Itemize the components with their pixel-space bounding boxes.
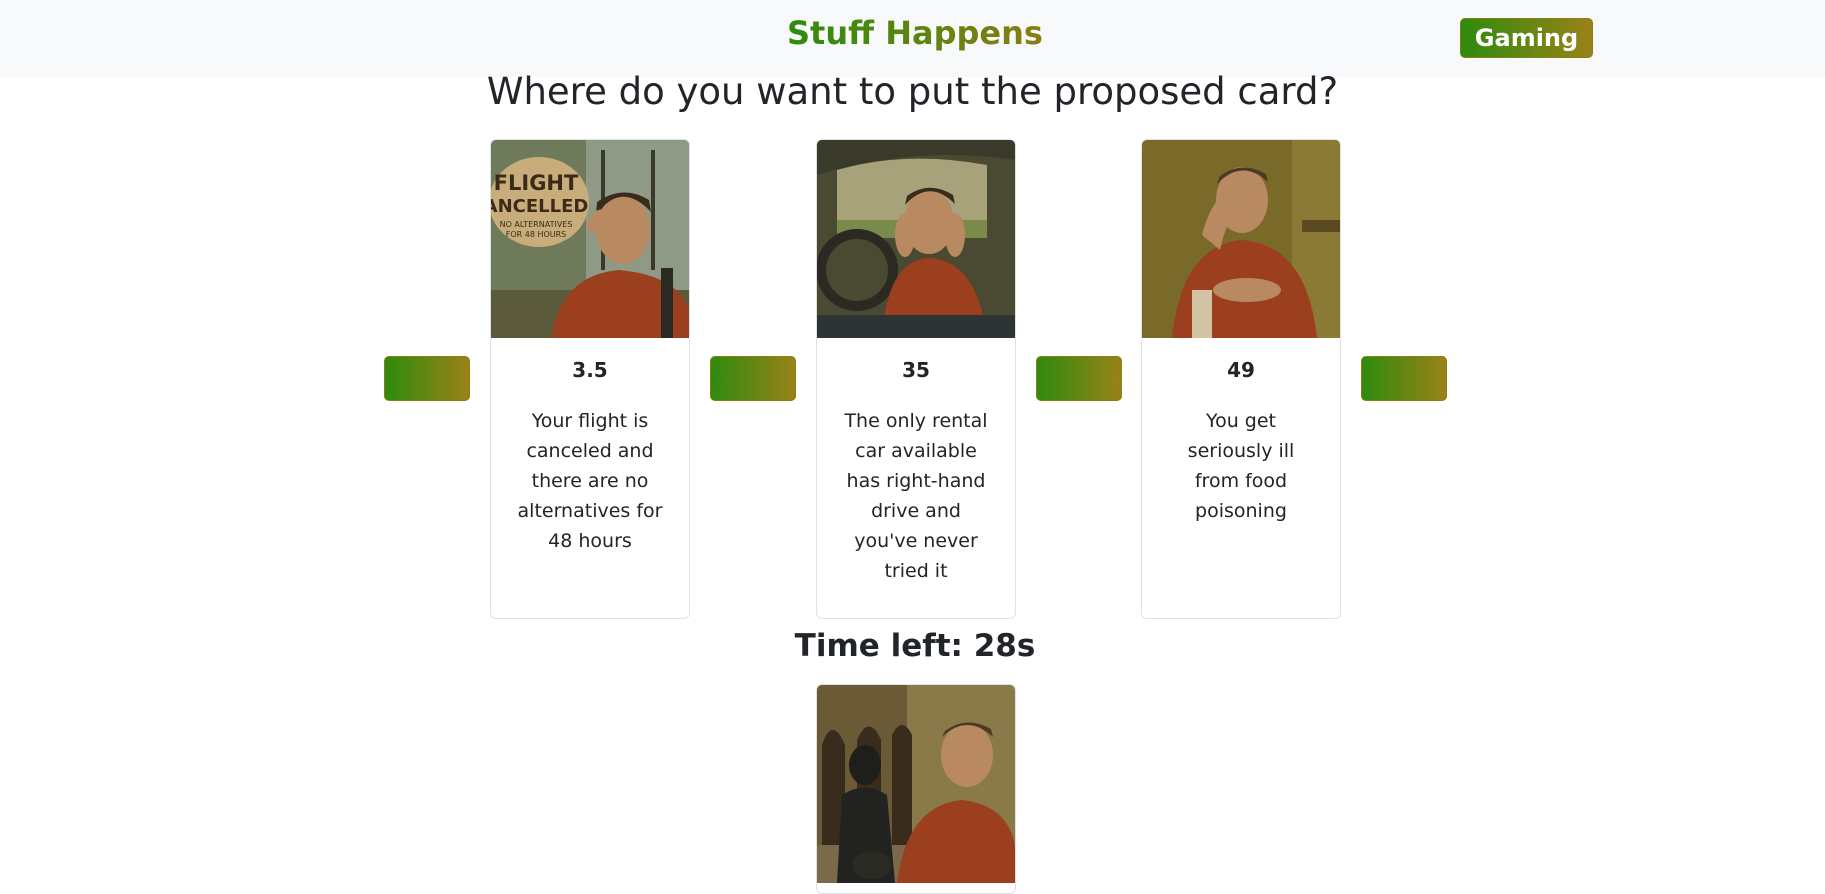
hand-card-3: 49 You get seriously ill from food poiso… xyxy=(1141,139,1341,619)
card-image-rental-car xyxy=(817,140,1015,338)
card-description: Your flight is canceled and there are no… xyxy=(517,410,663,552)
placement-question: Where do you want to put the proposed ca… xyxy=(486,70,1339,113)
insert-slot-button-3[interactable] xyxy=(1036,356,1122,401)
hand-card-2: 35 The only rental car available has rig… xyxy=(816,139,1016,619)
time-left-counter: Time left: 28s xyxy=(794,628,1036,664)
top-navbar: Stuff Happens Gaming xyxy=(0,0,1825,77)
card-value: 49 xyxy=(1227,358,1255,382)
svg-text:NO ALTERNATIVES: NO ALTERNATIVES xyxy=(500,220,573,229)
card-value: 3.5 xyxy=(572,358,608,382)
card-image-food-poisoning xyxy=(1142,140,1340,338)
card-description: You get seriously ill from food poisonin… xyxy=(1187,410,1295,522)
svg-text:FOR 48 HOURS: FOR 48 HOURS xyxy=(506,230,567,239)
mode-badge[interactable]: Gaming xyxy=(1460,18,1593,58)
insert-slot-button-1[interactable] xyxy=(384,356,470,401)
brand-title-wrap: Stuff Happens xyxy=(787,14,1043,52)
insert-slot-button-2[interactable] xyxy=(710,356,796,401)
insert-slot-button-4[interactable] xyxy=(1361,356,1447,401)
card-value: 35 xyxy=(902,358,930,382)
svg-text:FLIGHT: FLIGHT xyxy=(494,171,579,195)
proposed-card xyxy=(816,684,1016,894)
card-image-robbery xyxy=(817,685,1015,883)
card-description: The only rental car available has right-… xyxy=(844,410,988,582)
brand-title[interactable]: Stuff Happens xyxy=(787,14,1043,52)
card-image-flight-cancelled: FLIGHT ANCELLED NO ALTERNATIVES FOR 48 H… xyxy=(491,140,689,338)
hand-card-1: FLIGHT ANCELLED NO ALTERNATIVES FOR 48 H… xyxy=(490,139,690,619)
svg-text:ANCELLED: ANCELLED xyxy=(491,196,588,217)
